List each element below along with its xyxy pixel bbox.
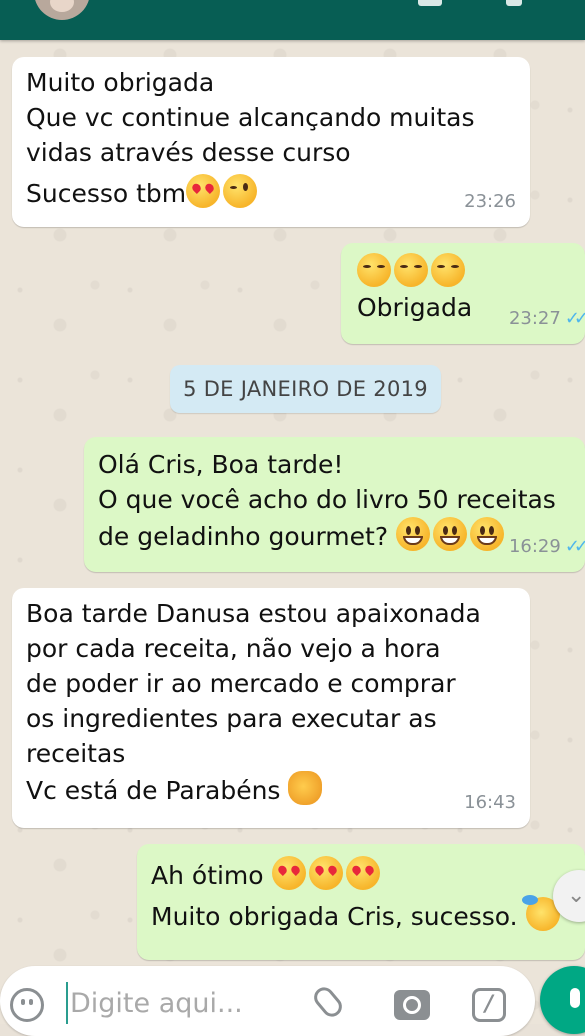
message-text: Vc está de Parabéns: [26, 776, 281, 805]
grinning-face-emoji: [470, 517, 505, 551]
face-blowing-kiss-emoji: [223, 174, 258, 208]
smiling-face-with-hearts-emoji: [271, 856, 306, 890]
message-time: 16:29: [508, 536, 561, 557]
incoming-message[interactable]: Muito obrigada Que vc continue alcançand…: [12, 57, 530, 227]
message-text: O que você acho do livro 50 receitas: [98, 485, 556, 514]
smiling-face-with-hearts-emoji: [186, 174, 221, 208]
double-check-icon: ✓✓: [564, 536, 585, 557]
chevron-down-icon: ⌄: [567, 883, 585, 908]
smiling-face-with-hearts-emoji: [345, 856, 380, 890]
pen-icon[interactable]: /: [472, 988, 506, 1022]
message-text: os ingredientes para executar as: [26, 704, 437, 733]
smiling-face-with-hearts-emoji: [308, 856, 343, 890]
outgoing-message[interactable]: Olá Cris, Boa tarde! O que você acho do …: [84, 437, 585, 572]
message-text: receitas: [26, 739, 126, 768]
outgoing-message[interactable]: Obrigada 23:27 ✓✓: [341, 243, 585, 344]
message-text: Olá Cris, Boa tarde!: [98, 450, 344, 479]
message-text: Muito obrigada: [26, 68, 215, 97]
message-time: 23:26: [464, 191, 516, 212]
grinning-face-emoji: [433, 517, 468, 551]
outgoing-message[interactable]: Ah ótimo Muito obrigada Cris, sucesso.: [137, 844, 585, 960]
header-action-icon[interactable]: [506, 0, 522, 6]
message-text: Muito obrigada Cris, sucesso.: [151, 902, 518, 931]
message-text: Que vc continue alcançando muitas: [26, 103, 475, 132]
message-text: Ah ótimo: [151, 861, 264, 890]
message-time: 16:43: [464, 792, 516, 813]
message-text: de geladinho gourmet?: [98, 522, 389, 551]
contact-avatar[interactable]: [34, 0, 90, 20]
message-input[interactable]: [66, 982, 292, 1024]
heart-eyes-emoji: [394, 253, 428, 287]
message-text: vidas através desse curso: [26, 138, 351, 167]
emoji-icon[interactable]: [10, 988, 44, 1022]
heart-eyes-emoji: [431, 253, 465, 287]
message-text: por cada receita, não vejo a hora: [26, 634, 441, 663]
clapping-hands-emoji: [288, 771, 323, 805]
heart-eyes-emoji: [357, 253, 391, 287]
message-time: 23:27: [508, 308, 561, 329]
message-text: Boa tarde Danusa estou apaixonada: [26, 599, 481, 628]
date-divider: 5 DE JANEIRO DE 2019: [170, 365, 441, 413]
grinning-face-emoji: [396, 517, 431, 551]
incoming-message[interactable]: Boa tarde Danusa estou apaixonada por ca…: [12, 588, 530, 828]
chat-header: [0, 0, 585, 40]
message-composer: /: [0, 966, 535, 1036]
camera-icon[interactable]: [394, 990, 430, 1020]
message-text: de poder ir ao mercado e comprar: [26, 669, 456, 698]
double-check-icon: ✓✓: [564, 308, 585, 329]
paperclip-icon[interactable]: [310, 983, 346, 1021]
header-action-icon[interactable]: [418, 0, 442, 6]
message-text: Sucesso tbm: [26, 179, 187, 208]
